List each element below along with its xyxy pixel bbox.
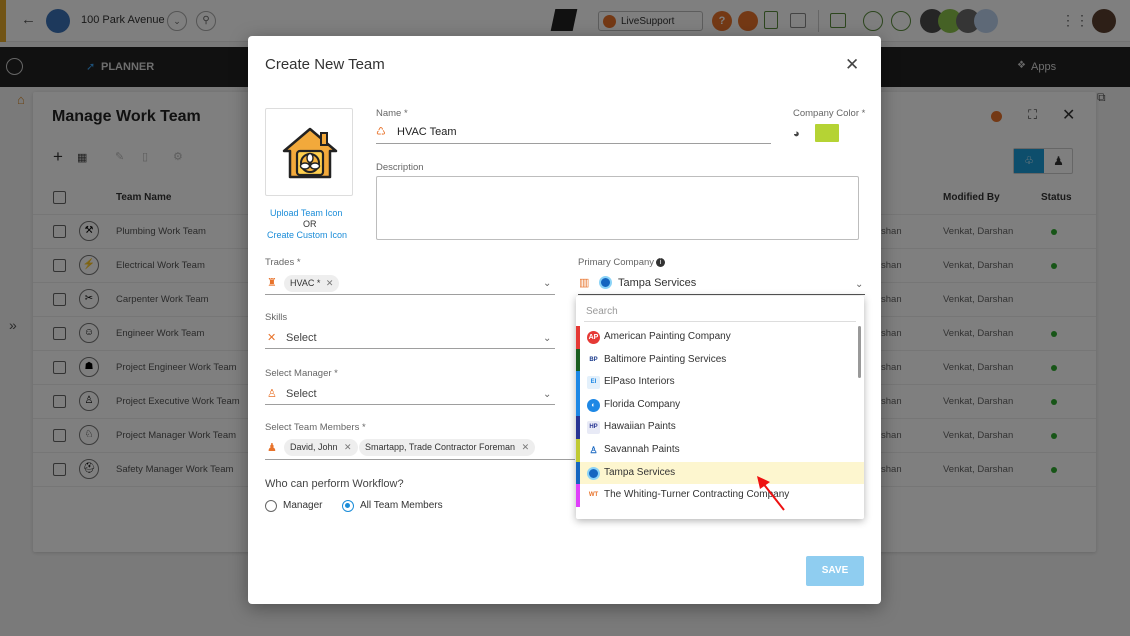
- name-input[interactable]: HVAC Team: [397, 126, 457, 138]
- company-option[interactable]: AP American Painting Company: [576, 326, 864, 349]
- skills-underline: [265, 348, 555, 349]
- hvac-small-icon: ♺: [376, 126, 386, 138]
- member-chip-label: David, John: [290, 442, 338, 452]
- company-option-label: Tampa Services: [604, 466, 676, 478]
- color-bar: [576, 393, 580, 417]
- hvac-house-icon: [282, 127, 338, 179]
- search-placeholder: Search: [586, 306, 618, 317]
- company-option[interactable]: BP Baltimore Painting Services: [576, 348, 864, 372]
- company-option-label: ElPaso Interiors: [604, 376, 675, 388]
- workflow-question: Who can perform Workflow?: [265, 478, 404, 490]
- company-option-label: Florida Company: [604, 398, 681, 410]
- skills-icon: ✕: [267, 332, 277, 344]
- chevron-down-icon[interactable]: ⌄: [543, 278, 551, 289]
- radio-manager-label: Manager: [283, 500, 323, 511]
- baltimore-painting-logo-icon: BP: [587, 353, 600, 367]
- manager-label: Select Manager *: [265, 368, 338, 379]
- company-option[interactable]: EI ElPaso Interiors: [576, 371, 864, 395]
- company-option[interactable]: HP Hawaiian Paints: [576, 416, 864, 440]
- manager-icon: ♙: [267, 388, 277, 400]
- company-dropdown: Search AP American Painting Company BP B…: [576, 296, 864, 519]
- color-bar: [576, 461, 580, 485]
- company-option-label: Baltimore Painting Services: [604, 353, 727, 365]
- tampa-services-logo-icon: [587, 466, 600, 480]
- name-label: Name *: [376, 108, 408, 119]
- company-option[interactable]: WT The Whiting-Turner Contracting Compan…: [576, 484, 864, 508]
- manager-select[interactable]: Select: [286, 388, 317, 400]
- trades-label: Trades *: [265, 257, 301, 268]
- team-icon-box[interactable]: [265, 108, 353, 196]
- company-option-label: The Whiting-Turner Contracting Company: [604, 489, 790, 501]
- member-icon: ♟: [267, 442, 277, 454]
- member-chip-label: Smartapp, Trade Contractor Foreman: [365, 442, 516, 452]
- primary-company-label: Primary Company: [578, 257, 655, 268]
- member-chip[interactable]: David, John ✕: [284, 439, 358, 456]
- members-underline: [265, 459, 575, 460]
- color-bar: [576, 484, 580, 508]
- page: ← 100 Park Avenue ⌄ ⚲ LiveSupport ? ⋮⋮ ➚…: [0, 0, 1130, 636]
- primary-company-select[interactable]: Tampa Services: [618, 277, 696, 289]
- color-bar: [576, 416, 580, 440]
- company-building-icon: ▥: [579, 277, 590, 289]
- member-chip[interactable]: Smartapp, Trade Contractor Foreman ✕: [359, 439, 536, 456]
- remove-chip-icon[interactable]: ✕: [522, 442, 530, 452]
- or-text: OR: [303, 219, 317, 229]
- american-painting-logo-icon: AP: [587, 331, 600, 344]
- skills-label: Skills: [265, 312, 288, 323]
- florida-company-logo-icon: ◐: [587, 398, 600, 412]
- search-input[interactable]: Search: [584, 302, 856, 322]
- remove-chip-icon[interactable]: ✕: [326, 278, 334, 288]
- description-label: Description: [376, 162, 424, 173]
- radio-dot: [345, 503, 350, 508]
- members-label: Select Team Members *: [265, 422, 366, 433]
- color-bar: [576, 348, 580, 372]
- savannah-paints-logo-icon: ♙: [587, 444, 600, 457]
- modal-title: Create New Team: [265, 56, 385, 73]
- company-option-label: Savannah Paints: [604, 444, 680, 455]
- company-color-label: Company Color *: [793, 108, 866, 119]
- chevron-down-icon[interactable]: ⌄: [543, 333, 551, 344]
- color-bar: [576, 326, 580, 349]
- info-icon[interactable]: i: [656, 258, 665, 267]
- company-option-selected[interactable]: Tampa Services: [576, 461, 864, 485]
- trades-underline: [265, 294, 555, 295]
- skills-select[interactable]: Select: [286, 332, 317, 344]
- color-bar: [576, 439, 580, 462]
- trade-chip-hvac[interactable]: HVAC * ✕: [284, 275, 340, 292]
- description-textarea[interactable]: [376, 176, 859, 240]
- upload-team-icon-link[interactable]: Upload Team Icon: [270, 208, 342, 218]
- manager-underline: [265, 404, 555, 405]
- primary-company-underline: [578, 294, 865, 295]
- company-option-label: American Painting Company: [604, 331, 731, 342]
- remove-chip-icon[interactable]: ✕: [344, 442, 352, 452]
- create-custom-icon-link[interactable]: Create Custom Icon: [267, 230, 347, 240]
- tampa-logo-icon: [599, 276, 612, 289]
- radio-manager[interactable]: [265, 500, 277, 512]
- radio-all-team-members[interactable]: [342, 500, 354, 512]
- chevron-down-icon[interactable]: ⌄: [855, 279, 863, 290]
- dropdown-scrollbar[interactable]: [858, 326, 861, 378]
- color-bar: [576, 371, 580, 395]
- company-option-label: Hawaiian Paints: [604, 421, 676, 433]
- save-button[interactable]: SAVE: [806, 556, 864, 586]
- whiting-turner-logo-icon: WT: [587, 489, 600, 503]
- name-underline: [376, 143, 771, 144]
- chevron-down-icon[interactable]: ⌄: [543, 389, 551, 400]
- company-color-swatch[interactable]: [815, 124, 839, 142]
- trade-chip-label: HVAC *: [290, 278, 321, 288]
- company-option[interactable]: ◐ Florida Company: [576, 393, 864, 417]
- radio-all-team-members-label: All Team Members: [360, 500, 443, 511]
- palette-icon: ◕: [793, 128, 800, 140]
- trade-worker-icon: ♜: [267, 277, 277, 289]
- elpaso-interiors-logo-icon: EI: [587, 376, 600, 390]
- company-option[interactable]: ♙ Savannah Paints: [576, 439, 864, 462]
- hawaiian-paints-logo-icon: HP: [587, 421, 600, 435]
- close-icon[interactable]: ✕: [845, 55, 859, 75]
